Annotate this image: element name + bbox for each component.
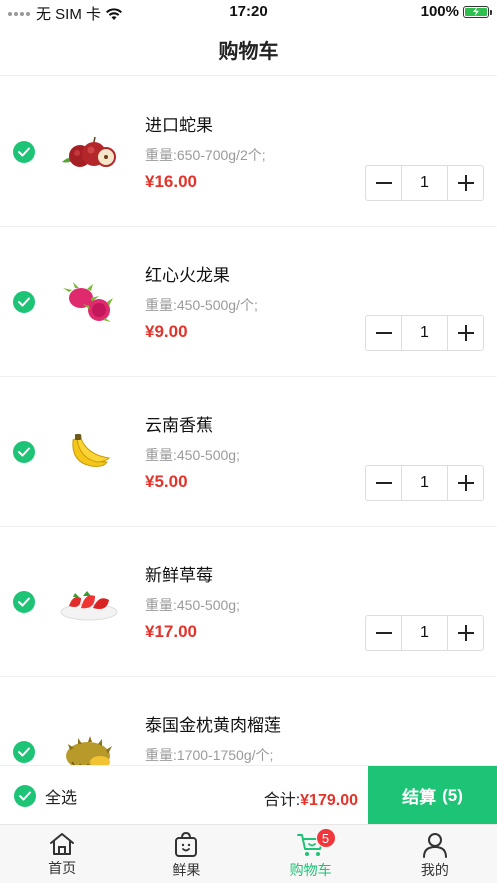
- fruit-bag-icon: [175, 832, 198, 857]
- check-icon: [18, 447, 30, 457]
- check-icon: [18, 297, 30, 307]
- tab-label: 我的: [420, 862, 449, 878]
- cart-item: 新鲜草莓 重量:450-500g; ¥17.00 1: [0, 527, 497, 677]
- banana-icon: [72, 434, 111, 467]
- item-checkbox[interactable]: [13, 591, 35, 613]
- item-checkbox[interactable]: [13, 141, 35, 163]
- select-all-checkbox[interactable]: [14, 785, 36, 807]
- tab-fruit[interactable]: 鲜果: [124, 825, 248, 883]
- product-price: ¥17.00: [145, 622, 197, 641]
- durian-icon: [66, 736, 112, 765]
- check-icon: [18, 597, 30, 607]
- status-bar: 无 SIM 卡 17:20 100%: [0, 0, 497, 24]
- charging-icon: [473, 7, 479, 16]
- quantity-stepper: 1: [365, 615, 484, 651]
- product-spec: 重量:1700-1750g/个;: [145, 747, 274, 763]
- product-spec: 重量:450-500g/个;: [145, 297, 258, 313]
- checkout-label: 结算: [402, 788, 437, 807]
- increase-button[interactable]: [448, 616, 483, 650]
- increase-button[interactable]: [448, 316, 483, 350]
- product-name[interactable]: 新鲜草莓: [145, 561, 213, 586]
- product-name[interactable]: 进口蛇果: [145, 111, 213, 136]
- cart-item: 云南香蕉 重量:450-500g; ¥5.00 1: [0, 377, 497, 527]
- increase-button[interactable]: [448, 466, 483, 500]
- dragonfruit-icon: [63, 282, 113, 322]
- minus-icon: [375, 182, 392, 184]
- page-title: 购物车: [218, 41, 279, 63]
- cart-list[interactable]: 进口蛇果 重量:650-700g/2个; ¥16.00 1 红心火龙果 重量:4…: [0, 77, 497, 765]
- battery-icon: [463, 5, 492, 18]
- cart-item: 红心火龙果 重量:450-500g/个; ¥9.00 1: [0, 227, 497, 377]
- tab-profile[interactable]: 我的: [373, 825, 497, 883]
- quantity-stepper: 1: [365, 315, 484, 351]
- tab-cart[interactable]: 5 购物车: [249, 825, 373, 883]
- quantity-value[interactable]: 1: [401, 316, 448, 350]
- item-checkbox[interactable]: [13, 441, 35, 463]
- item-checkbox[interactable]: [13, 741, 35, 763]
- product-name[interactable]: 泰国金枕黄肉榴莲: [145, 711, 281, 736]
- minus-icon: [375, 332, 392, 334]
- checkout-button[interactable]: 结算 (5): [368, 766, 497, 825]
- product-image[interactable]: [58, 422, 120, 482]
- tab-label: 鲜果: [172, 862, 201, 878]
- product-name[interactable]: 红心火龙果: [145, 261, 230, 286]
- product-name[interactable]: 云南香蕉: [145, 411, 213, 436]
- select-all-toggle[interactable]: 全选: [14, 784, 77, 808]
- quantity-stepper: 1: [365, 165, 484, 201]
- tab-home[interactable]: 首页: [0, 825, 124, 883]
- battery-percent: 100%: [420, 3, 459, 20]
- minus-icon: [375, 632, 392, 634]
- plus-icon: [457, 175, 474, 191]
- nav-bar: 购物车: [0, 24, 497, 76]
- product-spec: 重量:450-500g;: [145, 447, 240, 463]
- apple-icon: [62, 136, 116, 167]
- decrease-button[interactable]: [366, 616, 401, 650]
- cart-badge: 5: [315, 828, 336, 848]
- check-icon: [19, 791, 31, 801]
- cart-footer: 全选 合计:¥179.00 结算 (5): [0, 765, 497, 825]
- cart-item: 进口蛇果 重量:650-700g/2个; ¥16.00 1: [0, 77, 497, 227]
- product-spec: 重量:450-500g;: [145, 597, 240, 613]
- tab-label: 购物车: [289, 862, 332, 878]
- total-label: 合计:: [263, 792, 301, 809]
- total-amount: ¥179.00: [300, 792, 358, 809]
- decrease-button[interactable]: [366, 166, 401, 200]
- profile-icon: [422, 833, 447, 858]
- product-image[interactable]: [58, 122, 120, 182]
- decrease-button[interactable]: [366, 466, 401, 500]
- check-icon: [18, 747, 30, 757]
- total: 合计:¥179.00: [264, 786, 358, 810]
- strawberry-icon: [60, 591, 118, 621]
- product-price: ¥5.00: [145, 472, 188, 491]
- quantity-stepper: 1: [365, 465, 484, 501]
- tab-label: 首页: [48, 860, 77, 876]
- product-price: ¥16.00: [145, 172, 197, 191]
- product-image[interactable]: [58, 722, 120, 765]
- status-right: 100%: [420, 3, 492, 20]
- cart-item: 泰国金枕黄肉榴莲 重量:1700-1750g/个;: [0, 677, 497, 765]
- home-icon: [50, 833, 75, 855]
- plus-icon: [457, 625, 474, 641]
- product-image[interactable]: [58, 272, 120, 332]
- increase-button[interactable]: [448, 166, 483, 200]
- minus-icon: [375, 482, 392, 484]
- check-icon: [18, 147, 30, 157]
- tab-bar: 首页 鲜果 5 购物车 我的: [0, 824, 497, 883]
- plus-icon: [457, 475, 474, 491]
- quantity-value[interactable]: 1: [401, 166, 448, 200]
- plus-icon: [457, 325, 474, 341]
- quantity-value[interactable]: 1: [401, 616, 448, 650]
- quantity-value[interactable]: 1: [401, 466, 448, 500]
- product-spec: 重量:650-700g/2个;: [145, 147, 266, 163]
- decrease-button[interactable]: [366, 316, 401, 350]
- select-all-label: 全选: [45, 790, 78, 807]
- product-price: ¥9.00: [145, 322, 188, 341]
- checkout-count: (5): [442, 785, 463, 805]
- item-checkbox[interactable]: [13, 291, 35, 313]
- product-image[interactable]: [58, 572, 120, 632]
